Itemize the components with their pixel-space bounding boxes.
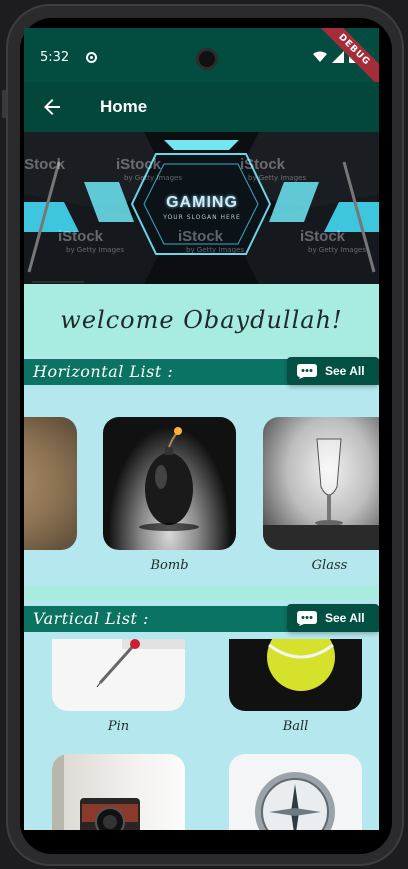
list-item[interactable]: Glass (263, 417, 379, 573)
list-item[interactable]: Ball (229, 639, 362, 734)
welcome-message: welcome Obaydullah! (24, 284, 379, 356)
item-image-bomb (103, 417, 236, 550)
status-time: 5:32 (40, 50, 70, 65)
banner-slogan: YOUR SLOGAN HERE (163, 214, 241, 221)
list-item[interactable]: Pin (52, 639, 185, 734)
chat-bubble-icon (297, 363, 317, 379)
watermark-text: iStock (178, 228, 224, 245)
item-image-glass (263, 417, 379, 550)
watermark-text: iStock (300, 228, 346, 245)
item-image-tennis-ball (229, 639, 362, 711)
page-title: Home (100, 97, 148, 116)
arrow-left-icon[interactable] (40, 95, 64, 119)
see-all-label: See All (325, 364, 365, 378)
content-area: welcome Obaydullah! Horizontal List : Se… (24, 284, 379, 830)
notification-icon (86, 52, 97, 63)
wifi-icon (313, 51, 327, 62)
section-divider (24, 586, 379, 600)
list-item[interactable] (229, 754, 362, 830)
list-item[interactable]: Bomb (103, 417, 236, 573)
front-camera (196, 48, 218, 70)
watermark-text: iStock (240, 156, 286, 173)
watermark-subtext: by Getty Images (248, 174, 306, 182)
signal-icon (332, 50, 344, 63)
watermark-subtext: by Getty Images (124, 174, 182, 182)
list-item[interactable] (52, 754, 185, 830)
status-bar: 5:32 DEBUG (24, 28, 379, 95)
watermark-text: iStock (116, 156, 162, 173)
vertical-list-header: Vartical List : See All (24, 604, 379, 632)
watermark-subtext: by Getty Images (66, 246, 124, 254)
vertical-see-all-button[interactable]: See All (287, 604, 379, 632)
banner-logo-text: GAMING (166, 194, 238, 211)
app-bar: Home (24, 82, 379, 132)
device-side-button (2, 90, 7, 118)
app-screen: 5:32 DEBUG Home GAMING YOUR SLOGAN HERE … (24, 28, 379, 830)
item-caption: Glass (311, 558, 348, 573)
item-caption: Bomb (150, 558, 189, 573)
list-item[interactable] (24, 417, 77, 558)
item-caption: Ball (282, 719, 309, 734)
gaming-banner-image: GAMING YOUR SLOGAN HERE iStock iStock iS… (24, 132, 379, 284)
watermark-subtext: by Getty Images (186, 246, 244, 254)
watermark-subtext: by Getty Images (308, 246, 366, 254)
horizontal-list-header: Horizontal List : See All (24, 357, 379, 385)
item-caption: Pin (107, 719, 130, 734)
item-image-partial-face (24, 417, 77, 550)
watermark-text: iStock (58, 228, 104, 245)
horizontal-see-all-button[interactable]: See All (287, 357, 379, 385)
horizontal-list-title: Horizontal List : (33, 362, 174, 381)
watermark-text: iStock (24, 156, 66, 173)
item-image-compass (229, 754, 362, 830)
see-all-label: See All (325, 611, 365, 625)
item-image-pin (52, 639, 185, 711)
chat-bubble-icon (297, 610, 317, 626)
item-image-camera (52, 754, 185, 830)
vertical-list-title: Vartical List : (33, 609, 149, 628)
